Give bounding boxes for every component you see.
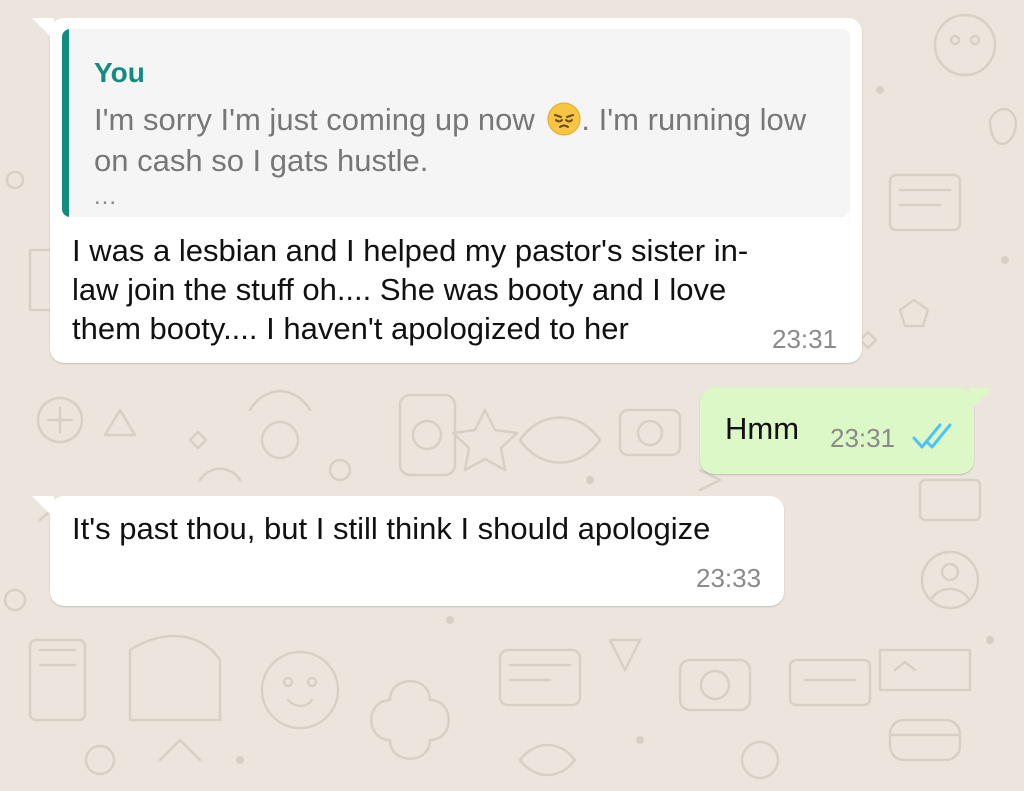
message-line: them booty.... I haven't apologized to h… [72, 311, 629, 346]
quote-accent-bar [62, 29, 69, 217]
message-text: It's past thou, but I still think I shou… [72, 511, 711, 546]
quoted-message[interactable]: You I'm sorry I'm just coming up now . I… [62, 29, 850, 217]
bubble-tail [32, 18, 54, 40]
quote-text-start: I'm sorry I'm just coming up now [94, 102, 544, 137]
pensive-face-emoji-icon [547, 102, 581, 136]
outgoing-message[interactable]: Hmm 23:31 [700, 388, 992, 474]
message-timestamp: 23:33 [696, 563, 762, 593]
incoming-message[interactable]: It's past thou, but I still think I shou… [32, 496, 784, 606]
message-line: I was a lesbian and I helped my pastor's… [72, 233, 749, 268]
double-check-icon [912, 423, 952, 449]
bubble-tail [32, 496, 54, 518]
quote-text: I'm sorry I'm just coming up now . I'm r… [94, 99, 834, 181]
message-timestamp: 23:31 [830, 423, 896, 453]
quote-author: You [94, 57, 145, 88]
message-timestamp: 23:31 [772, 324, 838, 354]
quote-ellipsis: ... [94, 183, 118, 210]
message-line: law join the stuff oh.... She was booty … [72, 272, 727, 307]
bubble-tail [970, 388, 992, 410]
incoming-message-with-reply[interactable]: You I'm sorry I'm just coming up now . I… [32, 18, 862, 363]
message-text: Hmm [725, 411, 800, 446]
